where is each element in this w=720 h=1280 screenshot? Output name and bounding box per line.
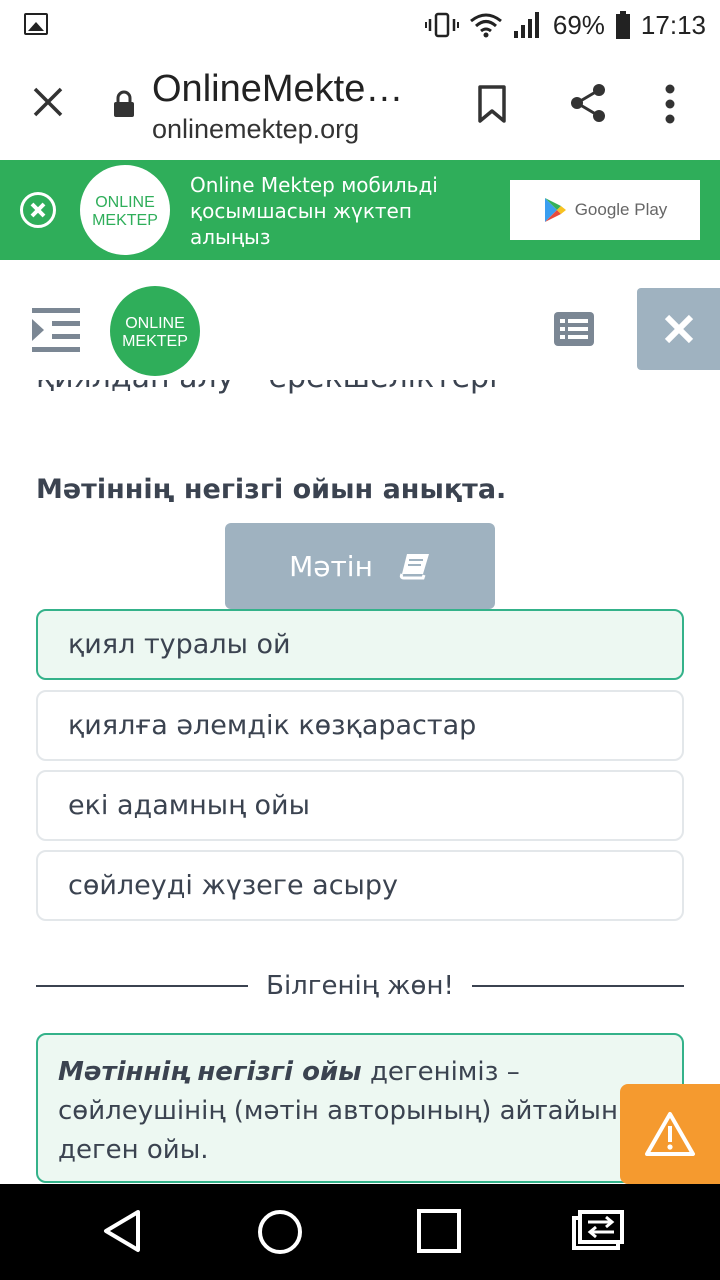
show-text-button[interactable]: Мәтін [225, 523, 495, 609]
banner-message: Online Mektep мобильді қосымшасын жүктеп… [190, 173, 438, 249]
logo-text-line2: MEKTEP [92, 212, 158, 229]
clock: 17:13 [640, 9, 706, 40]
page-title: OnlineMekte… [152, 68, 404, 110]
page-url[interactable]: onlinemektep.org [152, 114, 359, 145]
switch-apps-icon[interactable] [570, 1208, 626, 1252]
dismiss-banner-button[interactable] [20, 192, 56, 228]
tip-box: Мәтіннің негізгі ойы дегеніміз – сөйлеуш… [36, 1033, 684, 1183]
tip-term: Мәтіннің негізгі ойы [58, 1057, 362, 1087]
close-task-button[interactable] [637, 288, 720, 370]
google-play-icon [544, 198, 566, 222]
online-mektep-logo[interactable]: ONLINE MEKTEP [110, 286, 200, 376]
tip-text: Мәтіннің негізгі ойы дегеніміз – сөйлеуш… [58, 1053, 662, 1170]
back-icon[interactable] [100, 1208, 144, 1254]
previous-text-fragment: қиялдан алу – ерекшеліктері [36, 380, 497, 395]
more-menu-icon[interactable] [664, 84, 676, 124]
status-icons: 69% 17:13 [424, 8, 706, 42]
lock-icon [114, 90, 134, 117]
show-text-label: Мәтін [289, 549, 373, 583]
app-header: ONLINE MEKTEP [0, 260, 720, 380]
vibrate-icon [424, 12, 459, 38]
task-list-icon[interactable] [554, 312, 594, 346]
home-icon[interactable] [256, 1208, 304, 1256]
answer-option-label: сөйлеуді жүзеге асыру [68, 870, 398, 901]
google-play-button[interactable]: Google Play [510, 180, 700, 240]
sidebar-toggle-icon[interactable] [30, 306, 82, 354]
answer-option[interactable]: қиял туралы ой [36, 609, 684, 680]
browser-toolbar: OnlineMekte… onlinemektep.org [0, 50, 720, 160]
logo-text-line1: ONLINE [95, 194, 155, 211]
recents-icon[interactable] [416, 1208, 462, 1254]
divider-label: Білгенің жөн! [266, 971, 454, 1001]
answer-option-label: қиял туралы ой [68, 629, 291, 660]
answer-option-label: қиялға әлемдік көзқарастар [68, 710, 477, 741]
warning-icon [645, 1112, 695, 1156]
answer-option-label: екі адамның ойы [68, 790, 310, 821]
answer-option[interactable]: екі адамның ойы [36, 770, 684, 841]
online-mektep-logo: ONLINE MEKTEP [80, 165, 170, 255]
logo-text-line1: ONLINE [125, 315, 185, 332]
wifi-icon [469, 13, 502, 38]
battery-percent: 69% [552, 9, 605, 40]
status-bar: 69% 17:13 [0, 0, 720, 50]
task-content: қиялдан алу – ерекшеліктері Мәтіннің нег… [0, 380, 720, 1184]
divider-line [36, 985, 249, 987]
question-text: Мәтіннің негізгі ойын анықта. [36, 474, 507, 505]
close-icon [30, 202, 46, 218]
share-icon[interactable] [568, 82, 608, 124]
battery-icon [615, 11, 630, 39]
signal-icon [513, 12, 539, 38]
book-icon [399, 554, 429, 580]
app-download-banner: ONLINE MEKTEP Online Mektep мобильді қос… [0, 160, 720, 260]
divider-line [471, 985, 685, 987]
bookmark-icon[interactable] [476, 84, 508, 124]
section-divider: Білгенің жөн! [36, 966, 685, 1006]
report-error-button[interactable] [620, 1084, 720, 1184]
system-navigation-bar [0, 1184, 720, 1280]
answer-option[interactable]: сөйлеуді жүзеге асыру [36, 850, 684, 921]
gallery-notification-icon [24, 13, 48, 35]
google-play-label: Google Play [574, 200, 668, 219]
logo-text-line2: MEKTEP [122, 333, 188, 350]
close-icon [664, 314, 693, 344]
close-tab-icon[interactable] [30, 84, 66, 120]
answer-option[interactable]: қиялға әлемдік көзқарастар [36, 690, 684, 761]
